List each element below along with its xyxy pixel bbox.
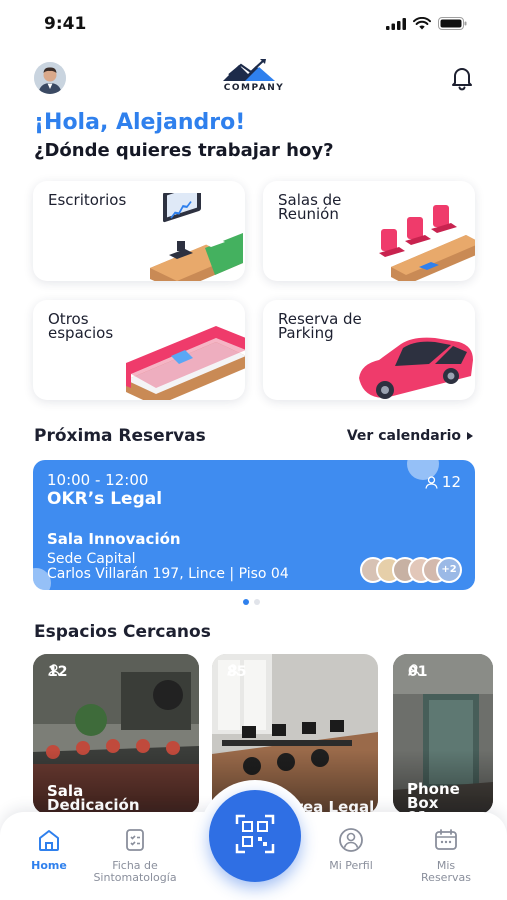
reservations-title: Próxima Reservas bbox=[34, 426, 206, 446]
qr-scan-button[interactable] bbox=[209, 790, 301, 882]
carousel-dot[interactable] bbox=[254, 599, 260, 605]
category-meeting-rooms-label: Salas de Reunión bbox=[278, 191, 342, 223]
view-calendar-label: Ver calendario bbox=[346, 428, 461, 444]
attendee-avatars: +2 bbox=[360, 557, 462, 583]
extra-attendees-badge: +2 bbox=[436, 557, 462, 583]
category-meeting-rooms[interactable]: Salas de Reunión bbox=[263, 181, 475, 281]
status-time: 9:41 bbox=[44, 14, 87, 34]
desk-illustration-icon bbox=[150, 193, 243, 281]
person-icon bbox=[48, 664, 60, 676]
nav-symptoms[interactable]: Ficha de Sintomatología bbox=[80, 826, 190, 884]
reservation-card[interactable]: 10:00 - 12:00 OKR’s Legal 12 Sala Innova… bbox=[33, 460, 475, 590]
space-name: Phone Box 01 bbox=[407, 780, 460, 815]
mountain-logo-icon bbox=[223, 59, 275, 81]
person-icon bbox=[227, 664, 239, 676]
status-bar: 9:41 bbox=[0, 0, 507, 48]
nearby-title: Espacios Cercanos bbox=[34, 622, 211, 642]
nav-bookings[interactable]: Mis Reservas bbox=[408, 826, 484, 884]
greeting-title: ¡Hola, Alejandro! bbox=[34, 110, 246, 135]
user-avatar[interactable] bbox=[34, 62, 66, 94]
status-icons bbox=[386, 17, 467, 30]
view-calendar-link[interactable]: Ver calendario bbox=[347, 428, 473, 444]
carousel-dots bbox=[243, 599, 260, 605]
greeting-question: ¿Dónde quieres trabajar hoy? bbox=[34, 140, 334, 161]
reservation-attendees: 12 bbox=[425, 473, 461, 491]
category-parking[interactable]: Reserva de Parking bbox=[263, 300, 475, 400]
space-card[interactable]: 12 Sala Dedicación bbox=[33, 654, 199, 814]
person-icon bbox=[425, 475, 438, 489]
bell-icon bbox=[452, 68, 472, 91]
reservation-attendees-count: 12 bbox=[441, 473, 461, 491]
space-name: Sala Dedicación bbox=[47, 782, 140, 814]
category-other-spaces[interactable]: Otros espacios bbox=[33, 300, 245, 400]
reservation-address: Carlos Villarán 197, Lince | Piso 04 bbox=[47, 566, 289, 582]
carousel-dot-active[interactable] bbox=[243, 599, 249, 605]
clipboard-icon bbox=[126, 829, 144, 851]
sofa-illustration-icon bbox=[126, 326, 245, 400]
chevron-right-icon bbox=[467, 432, 473, 440]
home-icon bbox=[39, 830, 59, 851]
nav-home-label: Home bbox=[31, 859, 67, 872]
space-capacity: 12 bbox=[48, 664, 67, 680]
reservation-time: 10:00 - 12:00 bbox=[47, 471, 149, 489]
reservation-title: OKR’s Legal bbox=[47, 489, 163, 509]
battery-icon bbox=[438, 17, 467, 30]
person-icon bbox=[408, 664, 420, 676]
nav-profile-label: Mi Perfil bbox=[329, 859, 373, 872]
space-card[interactable]: 01 Phone Box 01 bbox=[393, 654, 493, 814]
nav-home[interactable]: Home bbox=[26, 826, 72, 872]
signal-icon bbox=[386, 17, 406, 30]
space-capacity: 85 bbox=[227, 664, 246, 680]
nav-symptoms-label: Ficha de Sintomatología bbox=[93, 859, 177, 884]
user-circle-icon bbox=[339, 828, 363, 852]
qr-code-icon bbox=[235, 814, 275, 854]
meeting-room-illustration-icon bbox=[379, 205, 475, 281]
nav-profile[interactable]: Mi Perfil bbox=[316, 826, 386, 872]
category-desks[interactable]: Escritorios bbox=[33, 181, 245, 281]
company-logo: COMPANY bbox=[215, 56, 293, 96]
category-desks-label: Escritorios bbox=[48, 191, 127, 209]
top-bar: COMPANY bbox=[0, 56, 507, 100]
calendar-icon bbox=[435, 829, 457, 850]
category-parking-label: Reserva de Parking bbox=[278, 310, 362, 342]
space-capacity: 01 bbox=[408, 664, 427, 680]
car-illustration-icon bbox=[359, 337, 473, 399]
category-other-spaces-label: Otros espacios bbox=[48, 310, 114, 342]
nav-bookings-label: Mis Reservas bbox=[421, 859, 471, 884]
reservation-room: Sala Innovación bbox=[47, 530, 181, 548]
wifi-icon bbox=[413, 17, 431, 30]
notifications-button[interactable] bbox=[448, 63, 476, 91]
reservation-site: Sede Capital bbox=[47, 551, 136, 567]
logo-text: COMPANY bbox=[223, 83, 285, 93]
